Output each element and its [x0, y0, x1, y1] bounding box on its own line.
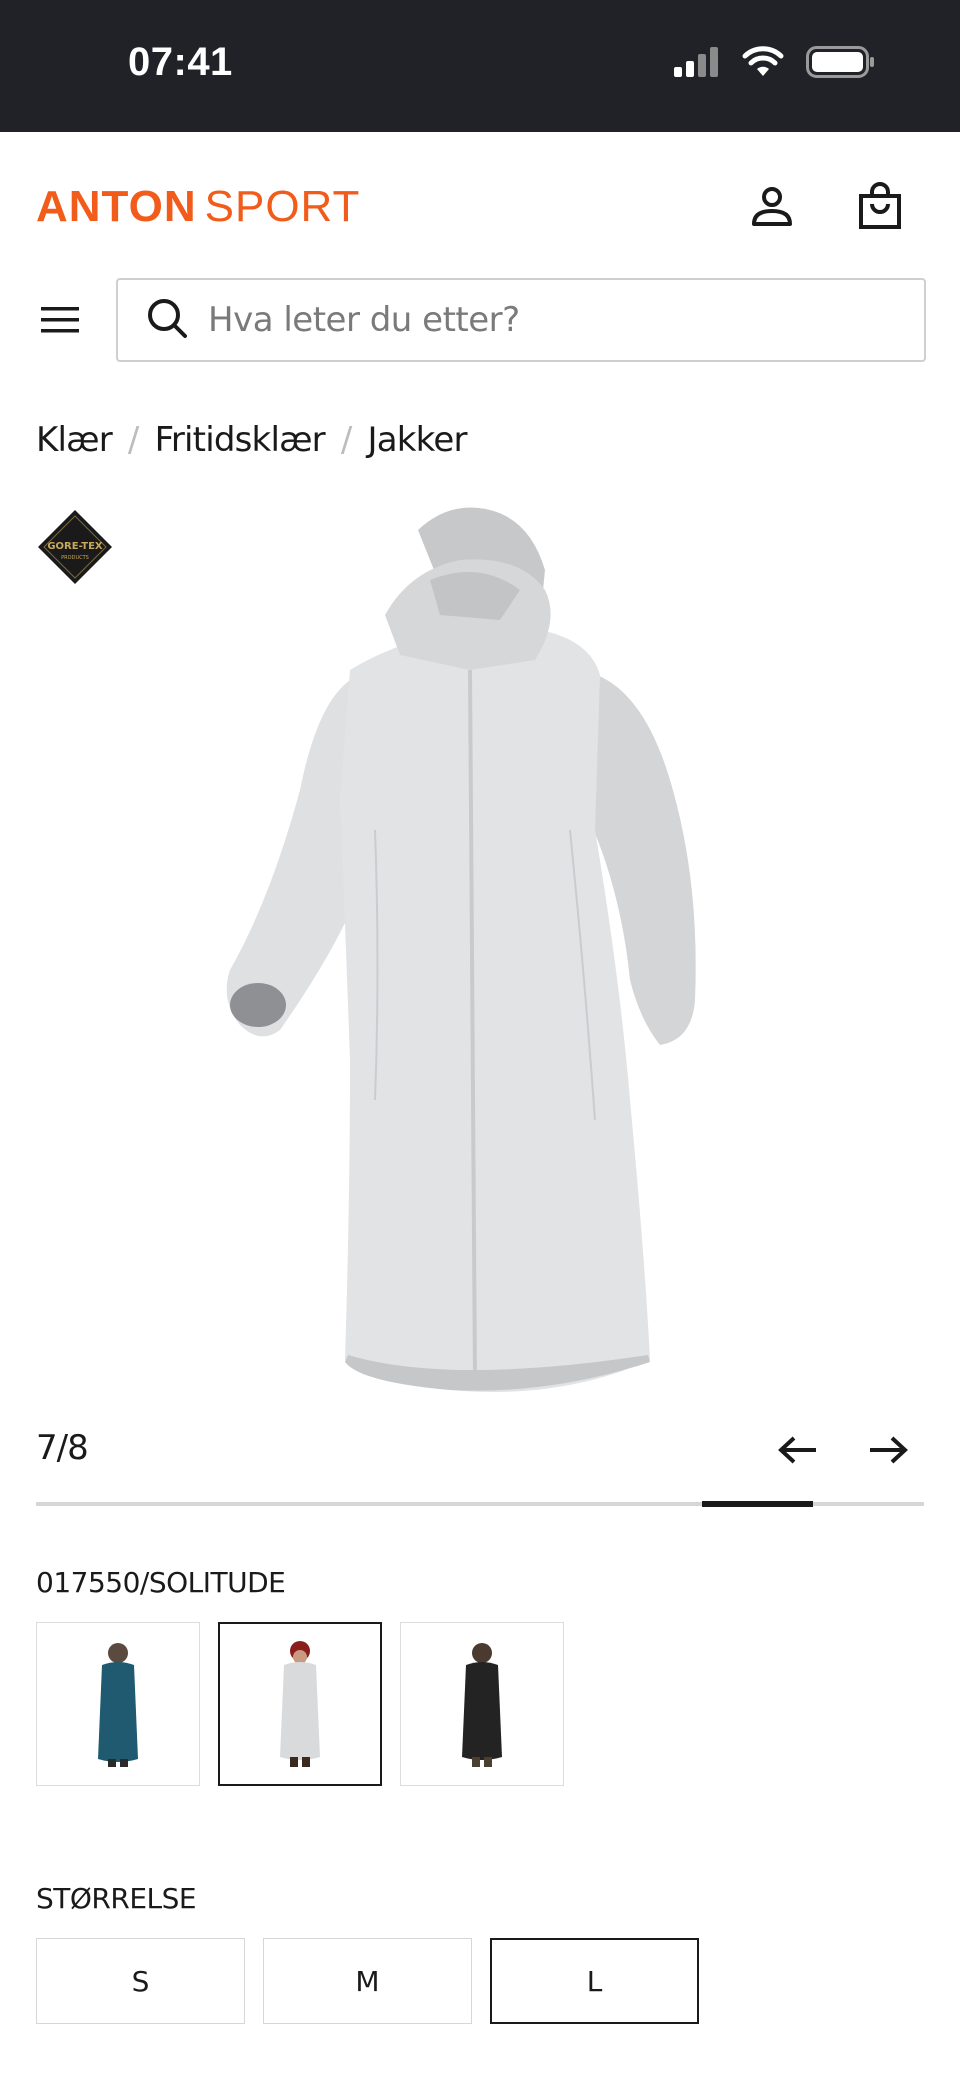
color-swatch-solitude[interactable] [218, 1622, 382, 1786]
breadcrumb-item-jakker[interactable]: Jakker [368, 420, 468, 460]
battery-icon [806, 46, 876, 83]
status-time: 07:41 [128, 40, 233, 84]
status-bar: 07:41 [0, 0, 960, 132]
size-option-l[interactable]: L [490, 1938, 699, 2024]
arrow-left-icon[interactable] [770, 1422, 826, 1478]
hamburger-menu-icon[interactable] [36, 296, 84, 344]
anton-sport-logo[interactable]: ANTON SPORT [36, 182, 360, 232]
logo-sport: SPORT [204, 182, 361, 231]
user-icon[interactable] [742, 176, 802, 236]
wifi-icon [742, 46, 784, 83]
badge-text: GORE-TEX [47, 541, 103, 552]
size-label: STØRRELSE [36, 1882, 197, 1915]
badge-subtext: PRODUCTS [61, 555, 89, 561]
gallery-progress-bar [36, 1501, 924, 1507]
status-icons [674, 46, 876, 83]
search-icon [146, 297, 188, 344]
color-label: 017550/SOLITUDE [36, 1566, 286, 1599]
color-swatch-black[interactable] [400, 1622, 564, 1786]
color-swatch-teal[interactable] [36, 1622, 200, 1786]
breadcrumb-item-fritidsklaer[interactable]: Fritidsklær [155, 420, 326, 460]
product-image[interactable] [200, 500, 760, 1400]
size-option-m[interactable]: M [263, 1938, 472, 2024]
site-header: ANTON SPORT [0, 132, 960, 272]
breadcrumb-item-klaer[interactable]: Klær [36, 420, 113, 460]
shopping-bag-icon[interactable] [850, 176, 910, 236]
breadcrumb: Klær / Fritidsklær / Jakker [36, 420, 467, 460]
logo-anton: ANTON [36, 182, 197, 231]
arrow-right-icon[interactable] [860, 1422, 916, 1478]
size-options: S M L [36, 1938, 699, 2024]
search-placeholder: Hva leter du etter? [208, 300, 520, 340]
gallery-counter: 7/8 [36, 1428, 89, 1468]
color-swatches [36, 1622, 564, 1786]
gallery-progress-fill [702, 1501, 813, 1507]
breadcrumb-separator: / [340, 420, 352, 460]
breadcrumb-separator: / [127, 420, 139, 460]
size-option-s[interactable]: S [36, 1938, 245, 2024]
search-input[interactable]: Hva leter du etter? [116, 278, 926, 362]
gore-tex-badge: GORE-TEX PRODUCTS [36, 508, 114, 586]
cellular-signal-icon [674, 47, 720, 82]
